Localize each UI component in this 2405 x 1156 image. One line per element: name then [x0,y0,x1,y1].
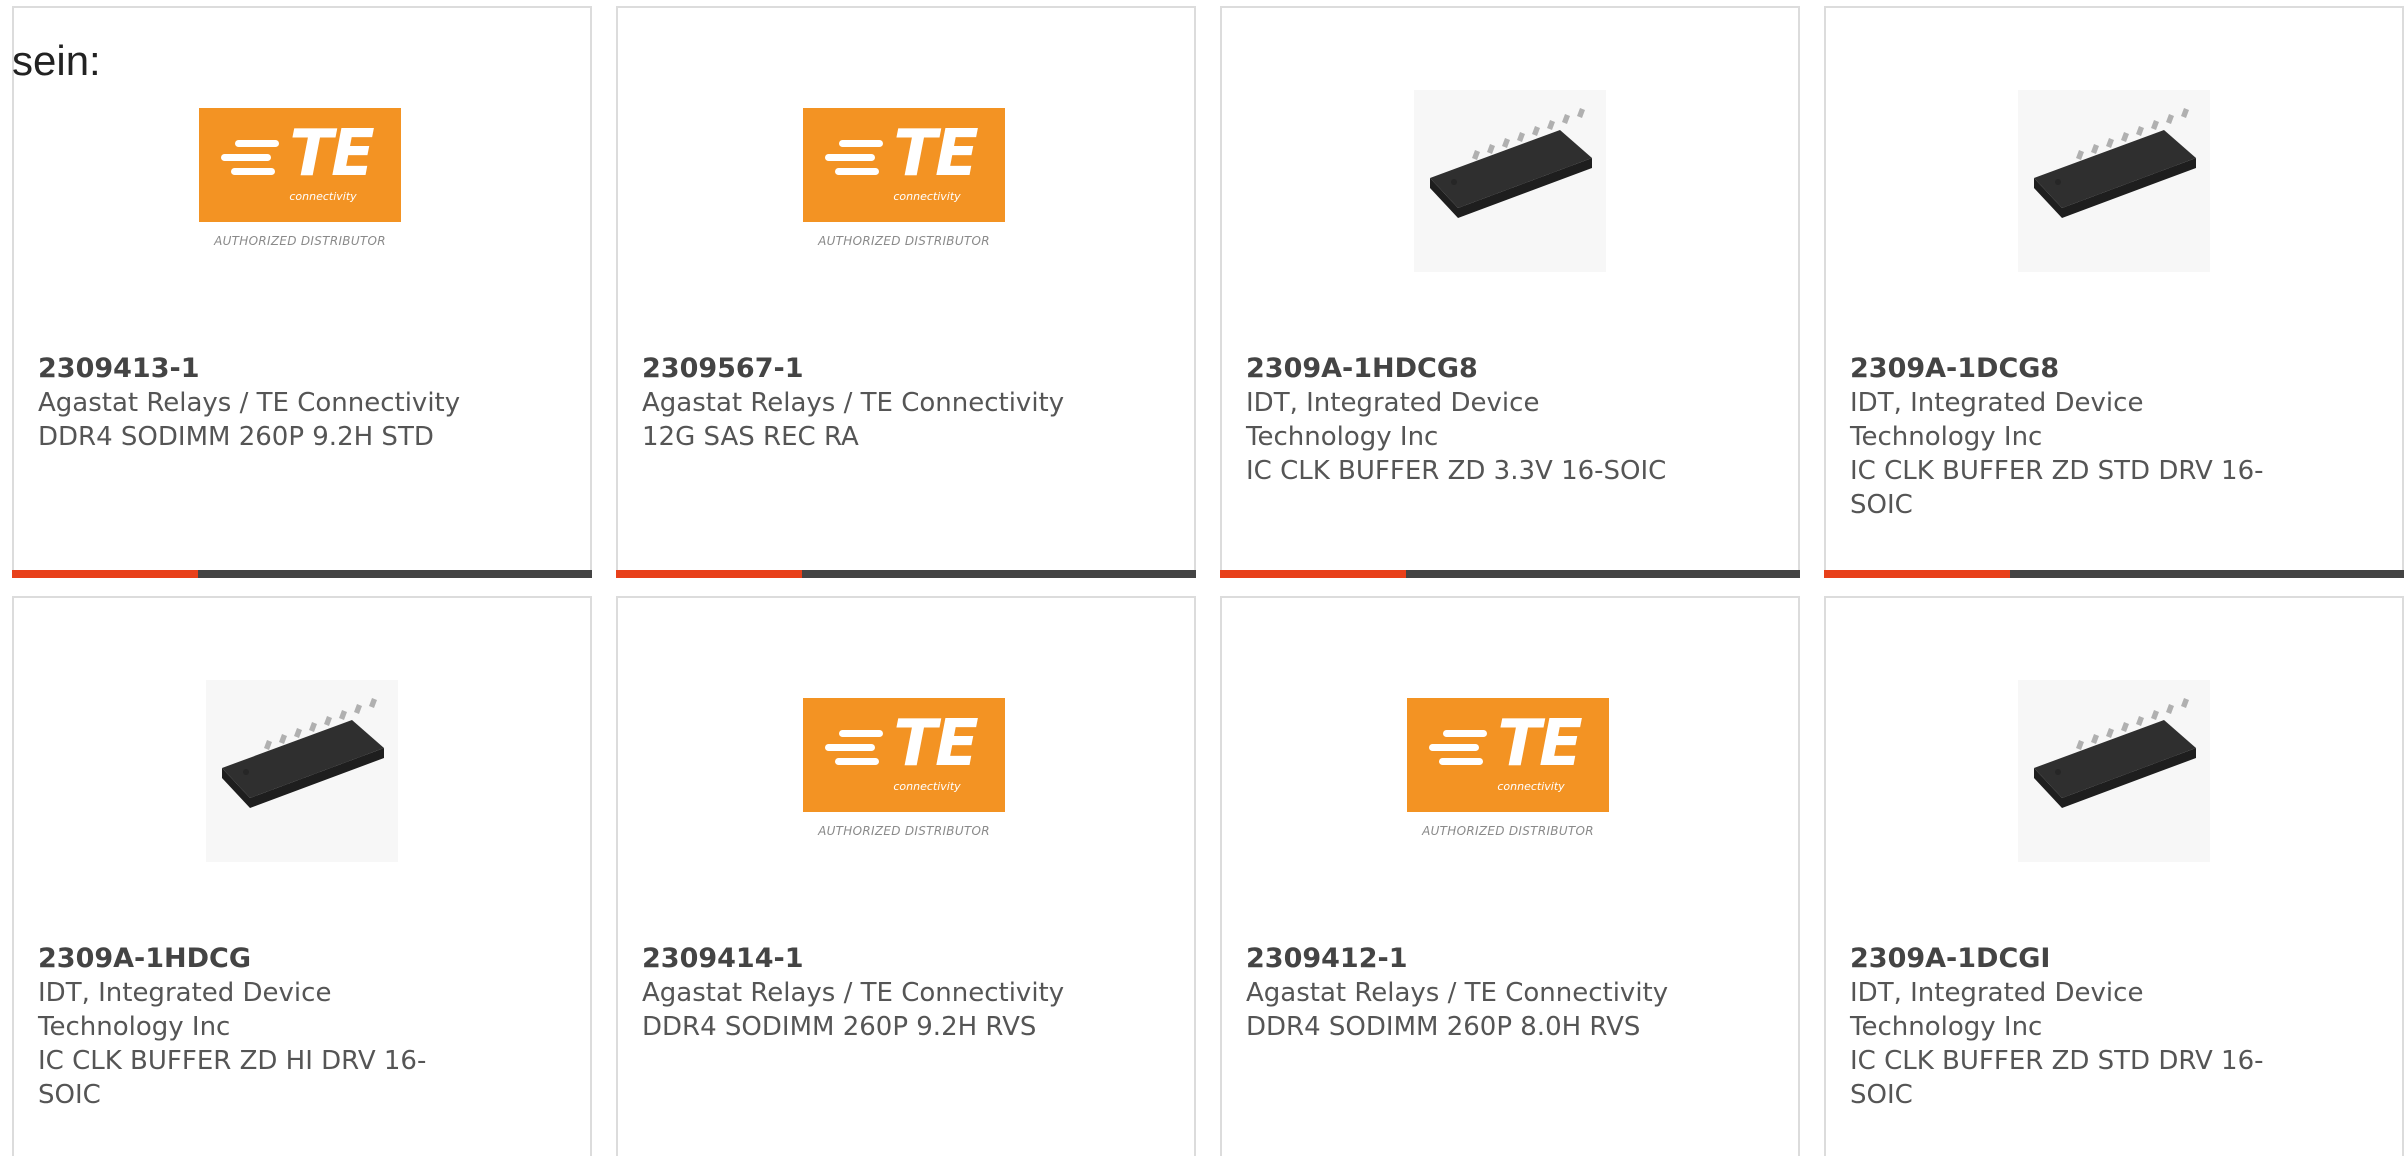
te-logo-bars [825,726,883,766]
manufacturer-name: IDT, Integrated Device [1850,978,2144,1008]
manufacturer-name: Technology Inc [38,1012,231,1042]
te-logo-bars [1429,726,1487,766]
te-logo-sub: connectivity [289,190,357,203]
te-logo-sub: connectivity [893,190,961,203]
manufacturer-name: Agastat Relays / TE Connectivity [1246,978,1669,1008]
te-logo-tag: AUTHORIZED DISTRIBUTOR [818,824,990,838]
soic-chip-image [2014,676,2214,866]
product-description: SOIC [1850,1080,1913,1110]
te-logo-box: TE connectivity [199,108,401,222]
te-connectivity-logo: TE connectivity AUTHORIZED DISTRIBUTOR [803,70,1009,248]
part-number[interactable]: 2309A-1HDCG8 [1246,352,1676,386]
part-number[interactable]: 2309567-1 [642,352,1072,386]
card-accent-progress [1824,570,2010,578]
part-number[interactable]: 2309A-1HDCG [38,942,468,976]
te-connectivity-logo: TE connectivity AUTHORIZED DISTRIBUTOR [1407,660,1613,838]
product-card[interactable]: 2309A-1DCG8 IDT, Integrated Device Technol… [1824,6,2404,578]
te-logo-bars [825,136,883,176]
product-info: 2309A-1DCG8 IDT, Integrated Device Technol… [1850,352,2280,522]
card-accent-bar [12,570,592,578]
product-description: IC CLK BUFFER ZD 3.3V 16-SOIC [1246,456,1667,486]
card-accent-bar [1220,570,1800,578]
manufacturer-name: Technology Inc [1850,1012,2043,1042]
product-card[interactable]: TE connectivity AUTHORIZED DISTRIBUTOR 2309… [616,6,1196,578]
te-logo-sub: connectivity [893,780,961,793]
te-logo-wordmark: TE [1497,707,1582,781]
product-info: 2309414-1 Agastat Relays / TE Connectivit… [642,942,1072,1044]
product-description: IC CLK BUFFER ZD STD DRV 16- [1850,1046,2264,1076]
te-logo-wordmark: TE [893,707,978,781]
manufacturer-name: Technology Inc [1850,422,2043,452]
product-info: 2309A-1HDCG8 IDT, Integrated Device Techno… [1246,352,1676,488]
card-accent-bar [616,570,1196,578]
product-description: DDR4 SODIMM 260P 9.2H STD [38,422,434,452]
product-info: 2309A-1HDCG IDT, Integrated Device Technol… [38,942,468,1112]
product-card[interactable]: TE connectivity AUTHORIZED DISTRIBUTOR 2309… [12,6,592,578]
soic-chip-image [1410,86,1610,276]
product-description: 12G SAS REC RA [642,422,859,452]
manufacturer-name: Agastat Relays / TE Connectivity [38,388,461,418]
product-card[interactable]: TE connectivity AUTHORIZED DISTRIBUTOR 2309… [616,596,1196,1156]
product-info: 2309413-1 Agastat Relays / TE Connectivit… [38,352,468,454]
card-accent-bar [1824,570,2404,578]
te-logo-sub: connectivity [1497,780,1565,793]
manufacturer-name: Technology Inc [1246,422,1439,452]
product-info: 2309567-1 Agastat Relays / TE Connectivit… [642,352,1072,454]
product-description: SOIC [1850,490,1913,520]
te-logo-tag: AUTHORIZED DISTRIBUTOR [818,234,990,248]
soic-chip-image [202,676,402,866]
soic-chip-image [2014,86,2214,276]
te-logo-box: TE connectivity [1407,698,1609,812]
manufacturer-name: IDT, Integrated Device [1246,388,1540,418]
product-card[interactable]: 2309A-1HDCG IDT, Integrated Device Technol… [12,596,592,1156]
te-logo-tag: AUTHORIZED DISTRIBUTOR [214,234,386,248]
te-connectivity-logo: TE connectivity AUTHORIZED DISTRIBUTOR [803,660,1009,838]
product-description: SOIC [38,1080,101,1110]
card-accent-progress [1220,570,1406,578]
manufacturer-name: IDT, Integrated Device [38,978,332,1008]
soic-chip-icon [2018,680,2210,862]
manufacturer-name: Agastat Relays / TE Connectivity [642,388,1065,418]
part-number[interactable]: 2309414-1 [642,942,1072,976]
product-card[interactable]: 2309A-1HDCG8 IDT, Integrated Device Techno… [1220,6,1800,578]
te-connectivity-logo: TE connectivity AUTHORIZED DISTRIBUTOR [199,70,405,248]
product-grid-page: sein: TE connectivity AUTHORIZED DISTRIBUT… [0,0,2405,1156]
te-logo-box: TE connectivity [803,108,1005,222]
product-description: IC CLK BUFFER ZD STD DRV 16- [1850,456,2264,486]
card-accent-progress [12,570,198,578]
te-logo-wordmark: TE [289,117,374,191]
manufacturer-name: Agastat Relays / TE Connectivity [642,978,1065,1008]
part-number[interactable]: 2309A-1DCG8 [1850,352,2280,386]
card-accent-progress [616,570,802,578]
product-card[interactable]: TE connectivity AUTHORIZED DISTRIBUTOR 2309… [1220,596,1800,1156]
product-info: 2309A-1DCGI IDT, Integrated Device Technol… [1850,942,2280,1112]
product-info: 2309412-1 Agastat Relays / TE Connectivit… [1246,942,1676,1044]
product-description: DDR4 SODIMM 260P 8.0H RVS [1246,1012,1641,1042]
product-card[interactable]: 2309A-1DCGI IDT, Integrated Device Technol… [1824,596,2404,1156]
soic-chip-icon [2018,90,2210,272]
te-logo-bars [221,136,279,176]
manufacturer-name: IDT, Integrated Device [1850,388,2144,418]
intro-text: sein: [12,37,101,84]
product-description: DDR4 SODIMM 260P 9.2H RVS [642,1012,1037,1042]
te-logo-tag: AUTHORIZED DISTRIBUTOR [1422,824,1594,838]
product-description: IC CLK BUFFER ZD HI DRV 16- [38,1046,427,1076]
soic-chip-icon [206,680,398,862]
part-number[interactable]: 2309A-1DCGI [1850,942,2280,976]
te-logo-wordmark: TE [893,117,978,191]
soic-chip-icon [1414,90,1606,272]
part-number[interactable]: 2309412-1 [1246,942,1676,976]
te-logo-box: TE connectivity [803,698,1005,812]
part-number[interactable]: 2309413-1 [38,352,468,386]
